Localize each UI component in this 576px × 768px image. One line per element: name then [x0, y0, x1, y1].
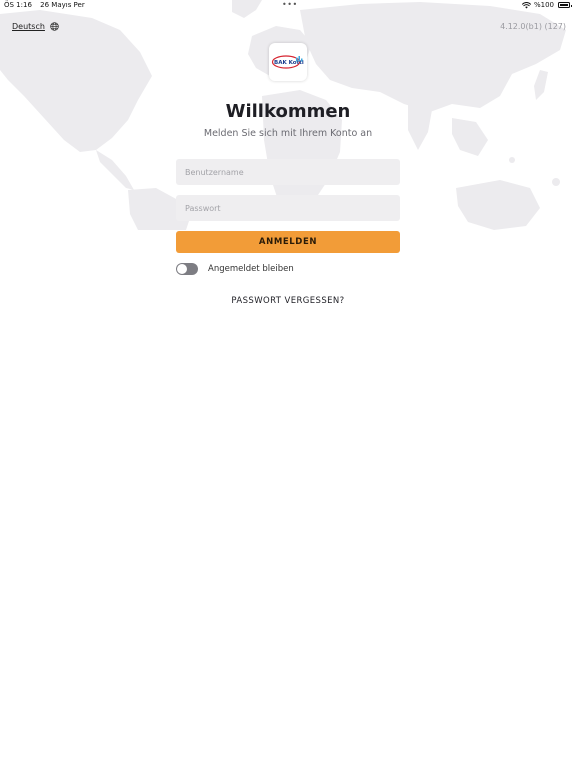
remember-me-label: Angemeldet bleiben	[208, 264, 294, 274]
username-input[interactable]	[176, 159, 400, 185]
page-subtitle: Melden Sie sich mit Ihrem Konto an	[203, 128, 373, 139]
password-input[interactable]	[176, 195, 400, 221]
app-version: 4.12.0(b1) (127)	[500, 22, 566, 31]
multitasking-dots[interactable]: •••	[282, 0, 298, 9]
toggle-knob	[177, 264, 187, 274]
battery-icon	[558, 2, 572, 8]
status-time: ÖS 1:16	[4, 1, 32, 9]
page-title: Willkommen	[225, 101, 351, 122]
remember-me-row: Angemeldet bleiben	[176, 262, 400, 276]
logo-mark: BAK Kotti	[271, 55, 304, 69]
status-bar: ÖS 1:16 26 Mayıs Per ••• %100	[0, 0, 576, 12]
forgot-password-link[interactable]: PASSWORT VERGESSEN?	[176, 296, 400, 306]
company-logo: BAK Kotti	[269, 43, 307, 81]
status-left: ÖS 1:16 26 Mayıs Per	[4, 1, 85, 9]
status-date: 26 Mayıs Per	[40, 1, 85, 9]
battery-percent: %100	[533, 1, 554, 9]
language-label: Deutsch	[12, 22, 45, 31]
language-switch[interactable]: Deutsch	[12, 22, 59, 31]
login-button[interactable]: ANMELDEN	[176, 231, 400, 253]
login-form: BAK Kotti Willkommen Melden Sie sich mit…	[176, 43, 400, 306]
remember-me-toggle[interactable]	[176, 263, 198, 275]
wifi-icon	[521, 1, 531, 8]
globe-icon	[50, 22, 59, 31]
status-right: %100	[521, 1, 572, 9]
